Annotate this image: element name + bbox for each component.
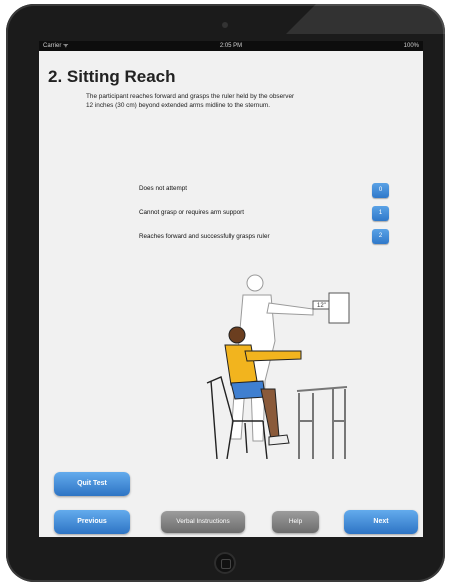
score-button-2[interactable]: 2 <box>372 229 389 244</box>
sitting-reach-illustration: 12" <box>206 274 350 459</box>
battery-icon: 100% <box>403 43 419 49</box>
ruler-label: 12" <box>317 303 326 309</box>
instructions-line-1: The participant reaches forward and gras… <box>86 93 295 100</box>
option-label-0: Does not attempt <box>139 185 187 192</box>
screen-glare <box>225 4 445 34</box>
clock: 2:05 PM <box>219 43 243 49</box>
score-button-0[interactable]: 0 <box>372 183 389 198</box>
status-bar: Carrier ᯤ 2:05 PM 100% <box>39 41 423 51</box>
option-label-2: Reaches forward and successfully grasps … <box>139 233 270 240</box>
instructions-text: The participant reaches forward and gras… <box>86 93 406 110</box>
verbal-instructions-button[interactable]: Verbal Instructions <box>161 511 245 533</box>
help-button[interactable]: Help <box>272 511 319 533</box>
option-label-1: Cannot grasp or requires arm support <box>139 209 244 216</box>
next-button[interactable]: Next <box>344 510 418 534</box>
front-camera <box>222 22 228 28</box>
quit-test-button[interactable]: Quit Test <box>54 472 130 496</box>
ipad-frame: Carrier ᯤ 2:05 PM 100% 2. Sitting Reach … <box>6 4 445 582</box>
instructions-line-2: 12 inches (30 cm) beyond extended arms m… <box>86 101 271 109</box>
score-button-1[interactable]: 1 <box>372 206 389 221</box>
home-button[interactable] <box>214 552 236 574</box>
page-title: 2. Sitting Reach <box>48 67 176 86</box>
app-screen: Carrier ᯤ 2:05 PM 100% 2. Sitting Reach … <box>39 41 423 537</box>
previous-button[interactable]: Previous <box>54 510 130 534</box>
